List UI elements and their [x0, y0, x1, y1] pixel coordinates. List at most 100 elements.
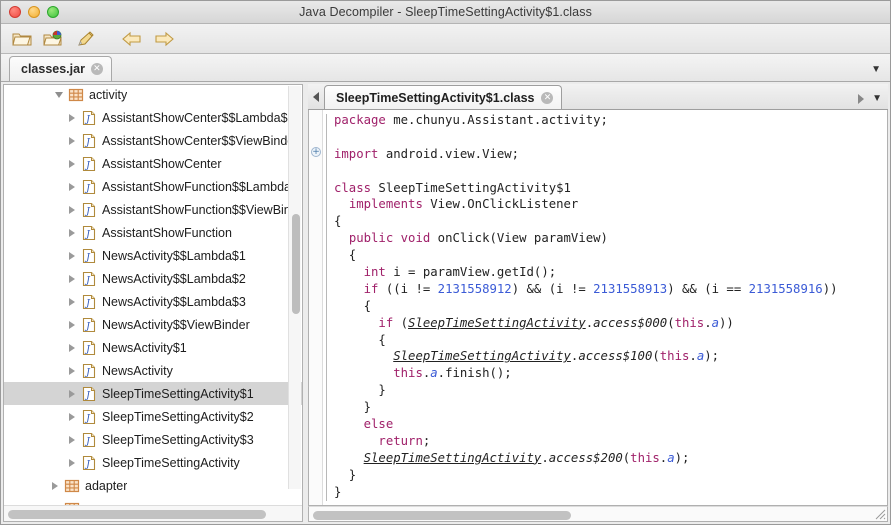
tree-item-newsactivity-lambda-2[interactable]: J NewsActivity$$Lambda$2 — [4, 267, 302, 290]
chevron-down-icon[interactable]: ▼ — [872, 93, 882, 104]
forward-arrow-icon[interactable] — [151, 27, 177, 51]
tree-item-newsactivity[interactable]: J NewsActivity — [4, 359, 302, 382]
tree-item-assistantshowfunction[interactable]: J AssistantShowFunction — [4, 221, 302, 244]
window-controls — [9, 6, 59, 18]
code-line: else — [363, 417, 394, 432]
tree-item-sleeptimesettingactivity-3[interactable]: J SleepTimeSettingActivity$3 — [4, 428, 302, 451]
chevron-right-icon[interactable] — [66, 227, 77, 238]
tree-item-newsactivity-lambda-1[interactable]: J NewsActivity$$Lambda$1 — [4, 244, 302, 267]
code-line: this.a.finish(); — [393, 366, 512, 381]
code-line: { — [334, 248, 357, 263]
tree-item-label: NewsActivity$$ViewBinder — [102, 317, 250, 332]
tree-item-assistantshowcenter[interactable]: J AssistantShowCenter — [4, 152, 302, 175]
chevron-right-icon[interactable] — [66, 273, 77, 284]
chevron-right-icon[interactable] — [66, 112, 77, 123]
tree-item-sleeptimesettingactivity[interactable]: J SleepTimeSettingActivity — [4, 451, 302, 474]
code-line: { — [334, 298, 372, 313]
chevron-right-icon[interactable] — [66, 434, 77, 445]
open-type-icon[interactable] — [41, 27, 67, 51]
chevron-right-icon[interactable] — [66, 342, 77, 353]
title-bar: Java Decompiler - SleepTimeSettingActivi… — [1, 1, 890, 24]
chevron-right-icon[interactable] — [66, 181, 77, 192]
tree-item-newsactivity-lambda-3[interactable]: J NewsActivity$$Lambda$3 — [4, 290, 302, 313]
tab-sleeptimesettingactivity1-class[interactable]: SleepTimeSettingActivity$1.class ✕ — [324, 85, 563, 109]
window-title: Java Decompiler - SleepTimeSettingActivi… — [299, 5, 592, 19]
close-window-button[interactable] — [9, 6, 21, 18]
app-window: Java Decompiler - SleepTimeSettingActivi… — [0, 0, 891, 525]
code-line: { — [334, 332, 386, 347]
tree-item-activity[interactable]: activity — [4, 85, 302, 106]
minimize-window-button[interactable] — [28, 6, 40, 18]
tree-item-label: AssistantShowFunction$$ViewBinder — [102, 202, 298, 217]
java-class-icon: J — [81, 455, 97, 471]
tree-item-label: SleepTimeSettingActivity$2 — [102, 409, 254, 424]
zoom-window-button[interactable] — [47, 6, 59, 18]
tree-item-sleeptimesettingactivity-2[interactable]: J SleepTimeSettingActivity$2 — [4, 405, 302, 428]
package-icon — [68, 87, 84, 103]
chevron-right-icon[interactable] — [66, 388, 77, 399]
tree-item-assistantshowfunction-viewbinder[interactable]: J AssistantShowFunction$$ViewBinder — [4, 198, 302, 221]
chevron-down-icon[interactable]: ▼ — [871, 64, 881, 75]
java-class-icon: J — [81, 432, 97, 448]
java-class-icon: J — [81, 179, 97, 195]
tree-item-newsactivity-1[interactable]: J NewsActivity$1 — [4, 336, 302, 359]
chevron-right-icon[interactable] — [66, 158, 77, 169]
java-class-icon: J — [81, 294, 97, 310]
code-tab-controls: ▼ — [858, 93, 882, 104]
jar-tab-bar: classes.jar ✕ ▼ — [1, 54, 890, 82]
back-arrow-icon[interactable] — [119, 27, 145, 51]
tree-item-label: adapter — [85, 478, 128, 493]
tree-item-adapter[interactable]: adapter — [4, 474, 302, 497]
tree-vertical-scroll-thumb[interactable] — [292, 214, 300, 314]
source-code-view[interactable]: + package me.chunyu.Assistant.activity; … — [308, 110, 888, 506]
search-tool-icon[interactable] — [73, 27, 99, 51]
chevron-right-icon[interactable] — [66, 135, 77, 146]
tab-scroll-left-icon[interactable] — [308, 85, 324, 109]
java-class-icon: J — [81, 202, 97, 218]
tree-item-label: AssistantShowCenter — [102, 156, 222, 171]
code-line: public void onClick(View paramView) — [348, 231, 608, 246]
resize-grip-icon[interactable] — [873, 507, 886, 520]
fold-toggle-icon[interactable]: + — [311, 147, 321, 157]
tab-classes-jar[interactable]: classes.jar ✕ — [9, 56, 112, 81]
tree-item-newsactivity-viewbinder[interactable]: J NewsActivity$$ViewBinder — [4, 313, 302, 336]
java-class-icon: J — [81, 156, 97, 172]
tree-item-sleeptimesettingactivity-1[interactable]: J SleepTimeSettingActivity$1 — [4, 382, 302, 405]
code-horizontal-scroll-thumb[interactable] — [313, 511, 571, 520]
tree-item-label: AssistantShowFunction$$Lambda$1 — [102, 179, 298, 194]
tree-item-label: SleepTimeSettingActivity$3 — [102, 432, 254, 447]
tree-item-label: NewsActivity — [102, 363, 173, 378]
code-line: SleepTimeSettingActivity.access$100(this… — [393, 349, 720, 364]
chevron-down-icon[interactable] — [53, 89, 64, 100]
tree-horizontal-scrollbar[interactable] — [4, 505, 302, 521]
chevron-right-icon[interactable] — [66, 365, 77, 376]
tree-item-label: AssistantShowCenter$$ViewBinder — [102, 133, 298, 148]
chevron-right-icon[interactable] — [66, 250, 77, 261]
java-class-icon: J — [81, 386, 97, 402]
tree-vertical-scrollbar[interactable] — [288, 86, 301, 489]
code-gutter: + — [309, 110, 323, 505]
close-icon[interactable]: ✕ — [541, 91, 554, 104]
tree-item-app[interactable]: app — [4, 497, 302, 505]
close-icon[interactable]: ✕ — [90, 63, 103, 75]
tab-scroll-right-icon[interactable] — [858, 93, 865, 104]
open-file-icon[interactable] — [9, 27, 35, 51]
code-line: if ((i != 2131558912) && (i != 213155891… — [363, 281, 838, 296]
chevron-right-icon[interactable] — [66, 319, 77, 330]
tree-horizontal-scroll-thumb[interactable] — [8, 510, 266, 519]
chevron-right-icon[interactable] — [49, 480, 60, 491]
main-split: activity J AssistantShowCenter$$Lambda$ J As… — [1, 82, 890, 524]
tree-item-assistantshowcenter-lambda[interactable]: J AssistantShowCenter$$Lambda$ — [4, 106, 302, 129]
code-line: } — [334, 383, 386, 398]
chevron-right-icon[interactable] — [66, 204, 77, 215]
tree-item-assistantshowfunction-lambda-1[interactable]: J AssistantShowFunction$$Lambda$1 — [4, 175, 302, 198]
chevron-right-icon[interactable] — [66, 457, 77, 468]
code-horizontal-scrollbar[interactable] — [308, 506, 888, 522]
code-line: if (SleepTimeSettingActivity.access$000(… — [378, 315, 734, 330]
java-class-icon: J — [81, 225, 97, 241]
tree-item-assistantshowcenter-viewbinder[interactable]: J AssistantShowCenter$$ViewBinder — [4, 129, 302, 152]
chevron-right-icon[interactable] — [66, 296, 77, 307]
chevron-right-icon[interactable] — [66, 411, 77, 422]
